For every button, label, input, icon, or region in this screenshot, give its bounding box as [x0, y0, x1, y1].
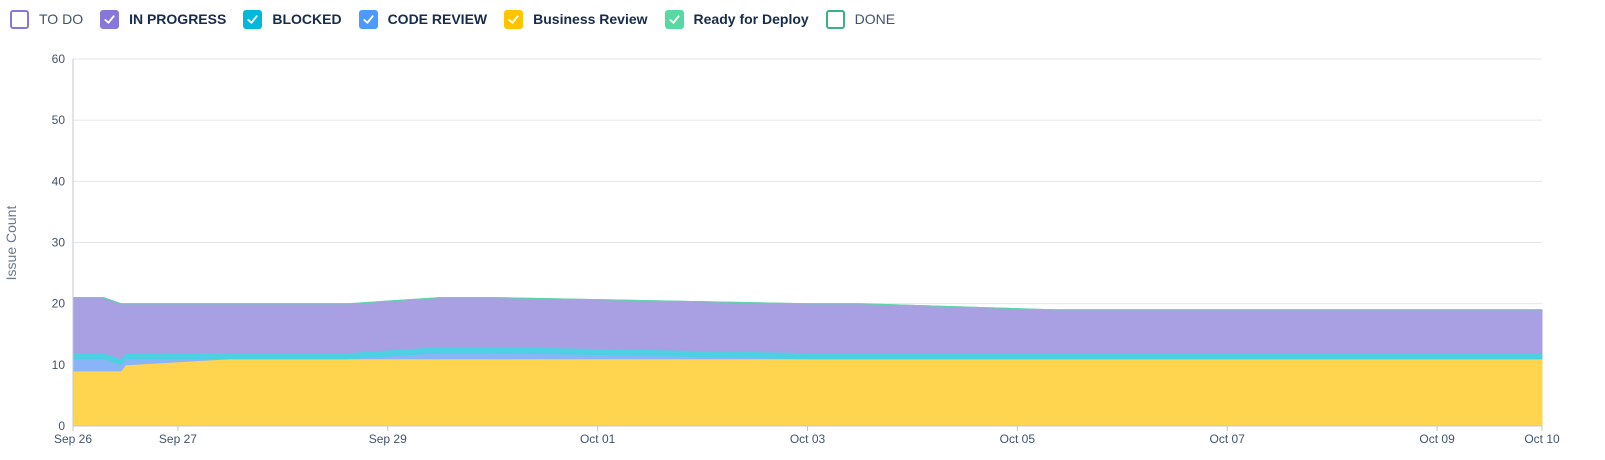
area-in-progress [72, 297, 1543, 360]
x-tick-label: Oct 03 [790, 432, 826, 446]
y-tick-label: 0 [58, 419, 65, 433]
x-tick-label: Oct 09 [1419, 432, 1455, 446]
y-axis-label: Issue Count [3, 206, 19, 281]
cumulative-flow-chart: 0 10 20 30 40 50 60 Sep 26 Sep 27 Sep 29 Oct 01 Oct… [3, 52, 1560, 446]
y-tick-label: 50 [52, 113, 66, 127]
x-tick-label: Oct 05 [1000, 432, 1036, 446]
x-tick-label: Sep 26 [54, 432, 92, 446]
y-tick-label: 10 [52, 358, 66, 372]
x-tick-label: Oct 10 [1524, 432, 1560, 446]
y-tick-label: 20 [52, 297, 66, 311]
y-tick-label: 60 [52, 52, 66, 66]
area-series [72, 297, 1543, 427]
x-tick-label: Oct 01 [580, 432, 616, 446]
y-tick-label: 30 [52, 236, 66, 250]
x-tick-label: Sep 29 [369, 432, 407, 446]
area-business-review [72, 358, 1543, 427]
x-tick-label: Oct 07 [1210, 432, 1246, 446]
y-tick-label: 40 [52, 174, 66, 188]
x-tick-label: Sep 27 [159, 432, 197, 446]
